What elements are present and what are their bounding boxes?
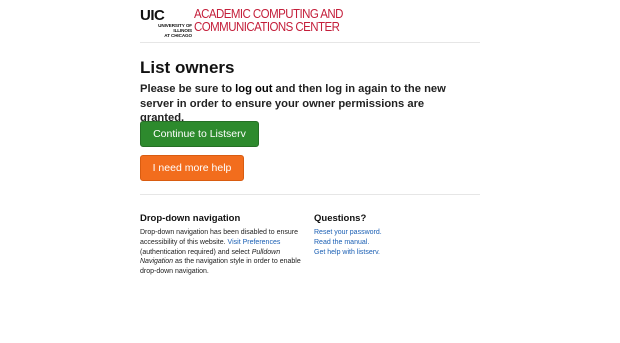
visit-preferences-link[interactable]: Visit Preferences [228,239,281,246]
dropdown-navigation-text: Drop-down navigation has been disabled t… [140,228,305,277]
dropdown-navigation-heading: Drop-down navigation [140,213,241,224]
footer-divider [140,194,480,195]
questions-heading: Questions? [314,213,367,224]
get-help-link[interactable]: Get help with listserv. [314,248,454,258]
university-line-2: AT CHICAGO [164,33,192,38]
center-name: ACADEMIC COMPUTING AND COMMUNICATIONS CE… [194,8,387,34]
uic-logo: UIC [140,7,165,24]
header-logo[interactable]: UIC UNIVERSITY OF ILLINOIS AT CHICAGO AC… [140,7,480,39]
questions-section: Questions? Reset your password. Read the… [314,213,454,257]
need-more-help-button[interactable]: I need more help [140,155,244,181]
message-emphasis: log out [235,83,273,95]
page-title: List owners [140,58,235,77]
continue-to-listserv-button[interactable]: Continue to Listserv [140,121,259,147]
header-divider [140,42,480,43]
university-line-1: UNIVERSITY OF ILLINOIS [158,23,192,33]
dropdown-text-2: (authentication required) and select [140,248,252,256]
reset-password-link[interactable]: Reset your password. [314,228,454,238]
university-name: UNIVERSITY OF ILLINOIS AT CHICAGO [140,23,192,38]
instruction-message: Please be sure to log out and then log i… [140,82,470,126]
read-manual-link[interactable]: Read the manual. [314,238,454,248]
message-text-pre: Please be sure to [140,83,236,95]
dropdown-navigation-section: Drop-down navigation Drop-down navigatio… [140,213,305,277]
center-name-line-2: COMMUNICATIONS CENTER [194,20,340,34]
